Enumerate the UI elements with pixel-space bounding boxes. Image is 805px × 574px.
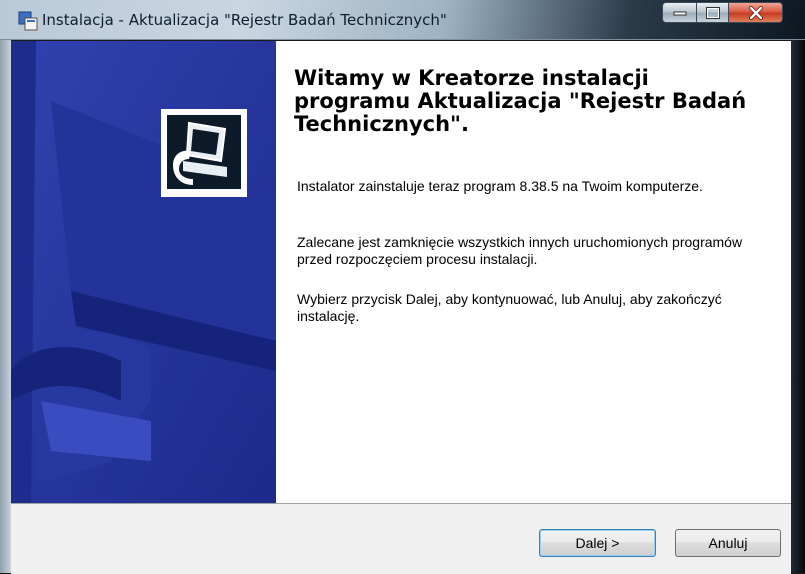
button-bar: Dalej > Anuluj bbox=[11, 503, 791, 574]
title-bar[interactable]: Instalacja - Aktualizacja "Rejestr Badań… bbox=[0, 0, 805, 40]
info-paragraph-1: Instalator zainstaluje teraz program 8.3… bbox=[297, 178, 703, 194]
info-paragraph-3: Wybierz przycisk Dalej, aby kontynuować,… bbox=[297, 291, 722, 324]
minimize-button[interactable] bbox=[662, 2, 697, 23]
window-frame-left bbox=[0, 40, 11, 573]
cancel-button[interactable]: Anuluj bbox=[675, 529, 781, 557]
installer-logo bbox=[161, 109, 247, 197]
window-title: Instalacja - Aktualizacja "Rejestr Badań… bbox=[42, 11, 447, 29]
installer-window: Instalacja - Aktualizacja "Rejestr Badań… bbox=[0, 0, 805, 574]
installer-app-icon bbox=[18, 11, 38, 31]
next-button[interactable]: Dalej > bbox=[539, 529, 656, 557]
minimize-icon bbox=[673, 11, 686, 15]
window-frame-right bbox=[791, 40, 805, 573]
maximize-icon bbox=[705, 6, 720, 19]
info-paragraph-2: Zalecane jest zamknięcie wszystkich inny… bbox=[297, 234, 743, 267]
welcome-heading: Witamy w Kreatorze instalacji programu A… bbox=[294, 66, 747, 136]
wizard-side-image bbox=[11, 41, 276, 503]
close-button[interactable] bbox=[729, 2, 783, 23]
close-icon bbox=[748, 5, 763, 20]
computer-install-icon bbox=[167, 115, 241, 189]
maximize-button[interactable] bbox=[697, 2, 729, 23]
wizard-content: Witamy w Kreatorze instalacji programu A… bbox=[276, 41, 791, 503]
